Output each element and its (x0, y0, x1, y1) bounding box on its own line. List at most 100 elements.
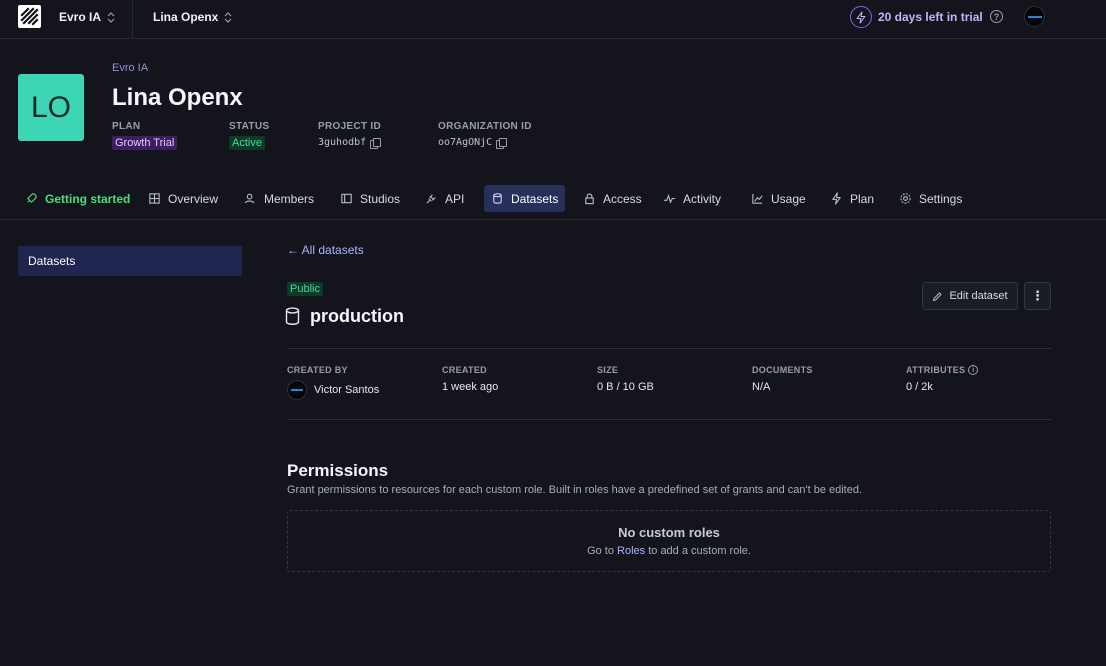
stat-label: CREATED BY (287, 365, 348, 375)
bolt-icon (850, 6, 872, 28)
edit-dataset-button[interactable]: Edit dataset (922, 282, 1018, 310)
help-icon[interactable]: ? (990, 10, 1003, 23)
project-avatar: LO (18, 74, 84, 141)
tab-usage[interactable]: Usage (744, 185, 813, 212)
tab-label: Usage (771, 191, 806, 206)
tab-studios[interactable]: Studios (333, 185, 407, 212)
tab-label: Getting started (45, 191, 131, 206)
database-icon (285, 307, 300, 325)
database-icon (493, 193, 502, 204)
trial-indicator[interactable]: 20 days left in trial (850, 6, 983, 28)
plan-meta: PLAN Growth Trial (112, 121, 178, 150)
org-id-meta: ORGANIZATION ID oo7AgONjC (438, 121, 532, 149)
tab-label: Activity (683, 191, 722, 206)
tab-overview[interactable]: Overview (141, 185, 225, 212)
project-switcher-label: Lina Openx (153, 10, 219, 24)
org-switcher-label: Evro IA (59, 10, 102, 24)
edit-dataset-label: Edit dataset (949, 290, 1008, 302)
empty-state-title: No custom roles (618, 525, 720, 540)
gear-icon (900, 193, 911, 204)
users-icon (244, 193, 255, 204)
plan-label: PLAN (112, 121, 141, 132)
stat-attributes: ATTRIBUTES i 0 / 2k (906, 365, 979, 393)
bolt-icon (832, 192, 841, 205)
roles-link[interactable]: Roles (617, 545, 645, 557)
stat-value: 0 B / 10 GB (597, 381, 654, 393)
chevron-updown-icon (224, 11, 232, 23)
stat-label: DOCUMENTS (752, 365, 813, 375)
pencil-icon (933, 291, 943, 301)
chevron-updown-icon (107, 11, 115, 23)
status-label: STATUS (229, 121, 270, 132)
copy-icon[interactable] (370, 138, 382, 149)
dataset-name: production (310, 306, 404, 326)
app-logo[interactable] (18, 5, 41, 28)
empty-text-prefix: Go to (587, 545, 618, 557)
tab-members[interactable]: Members (237, 185, 321, 212)
tab-access[interactable]: Access (576, 185, 649, 212)
stat-created-by: CREATED BY Victor Santos (287, 365, 379, 400)
tab-datasets[interactable]: Datasets (484, 185, 566, 212)
empty-text-suffix: to add a custom role. (645, 545, 751, 557)
status-badge: Active (229, 136, 265, 150)
tab-label: Plan (850, 191, 875, 206)
stat-label: SIZE (597, 365, 619, 375)
chart-icon (752, 193, 763, 204)
org-id-value: oo7AgONjC (438, 137, 493, 148)
tab-label: Overview (168, 191, 219, 206)
stat-documents: DOCUMENTS N/A (752, 365, 813, 393)
rocket-icon (27, 193, 37, 203)
user-avatar[interactable] (1024, 6, 1045, 27)
tab-label: Studios (360, 191, 401, 206)
tab-settings[interactable]: Settings (892, 185, 969, 212)
project-switcher[interactable]: Lina Openx (153, 10, 232, 24)
back-to-datasets-link[interactable]: ← All datasets (287, 243, 364, 257)
visibility-badge: Public (287, 282, 323, 296)
stat-value: 0 / 2k (906, 381, 933, 393)
sidebar-item-datasets[interactable]: Datasets (18, 246, 242, 276)
logo-icon (20, 7, 39, 26)
empty-state-text: Go to Roles to add a custom role. (288, 545, 1050, 557)
org-id-label: ORGANIZATION ID (438, 121, 532, 132)
topbar-divider (132, 0, 133, 38)
info-icon[interactable]: i (968, 365, 979, 375)
tab-label: Members (264, 191, 315, 206)
tab-activity[interactable]: Activity (656, 185, 728, 212)
plug-icon (426, 194, 436, 204)
tab-plan[interactable]: Plan (823, 185, 881, 212)
divider (287, 348, 1051, 349)
top-bar: Evro IA Lina Openx 20 days left in trial… (0, 0, 1106, 39)
activity-icon (663, 193, 676, 204)
page-title: Lina Openx (112, 84, 243, 111)
tab-getting-started[interactable]: Getting started (18, 185, 137, 212)
avatar (287, 380, 307, 400)
stat-label: ATTRIBUTES i (906, 365, 979, 375)
tab-label: Datasets (511, 191, 559, 206)
copy-icon[interactable] (496, 138, 508, 149)
empty-state: No custom roles Go to Roles to add a cus… (287, 510, 1051, 572)
plan-badge: Growth Trial (112, 136, 178, 150)
stat-label-text: ATTRIBUTES (906, 365, 966, 375)
stat-value: 1 week ago (442, 381, 499, 393)
tab-label: API (445, 191, 465, 206)
dashboard-icon (149, 193, 160, 204)
org-switcher[interactable]: Evro IA (59, 10, 115, 24)
tab-api[interactable]: API (418, 185, 471, 212)
stat-label: CREATED (442, 365, 487, 375)
tab-label: Settings (919, 191, 963, 206)
stat-value: N/A (752, 381, 771, 393)
project-id-value: 3guhodbf (318, 137, 367, 148)
status-meta: STATUS Active (229, 121, 269, 150)
more-vertical-icon: ⋮ (1031, 288, 1044, 303)
dataset-title: production (285, 306, 404, 327)
permissions-heading: Permissions (287, 461, 389, 480)
project-tabs: Getting started Overview Members Studios… (0, 180, 1106, 220)
trial-text: 20 days left in trial (878, 10, 983, 24)
project-id-meta: PROJECT ID 3guhodbf (318, 121, 382, 149)
lock-icon (585, 193, 594, 205)
org-breadcrumb[interactable]: Evro IA (112, 62, 148, 74)
sidebar-item-label: Datasets (28, 254, 76, 268)
stat-created: CREATED 1 week ago (442, 365, 498, 393)
tab-label: Access (603, 191, 642, 206)
more-options-button[interactable]: ⋮ (1024, 282, 1051, 310)
